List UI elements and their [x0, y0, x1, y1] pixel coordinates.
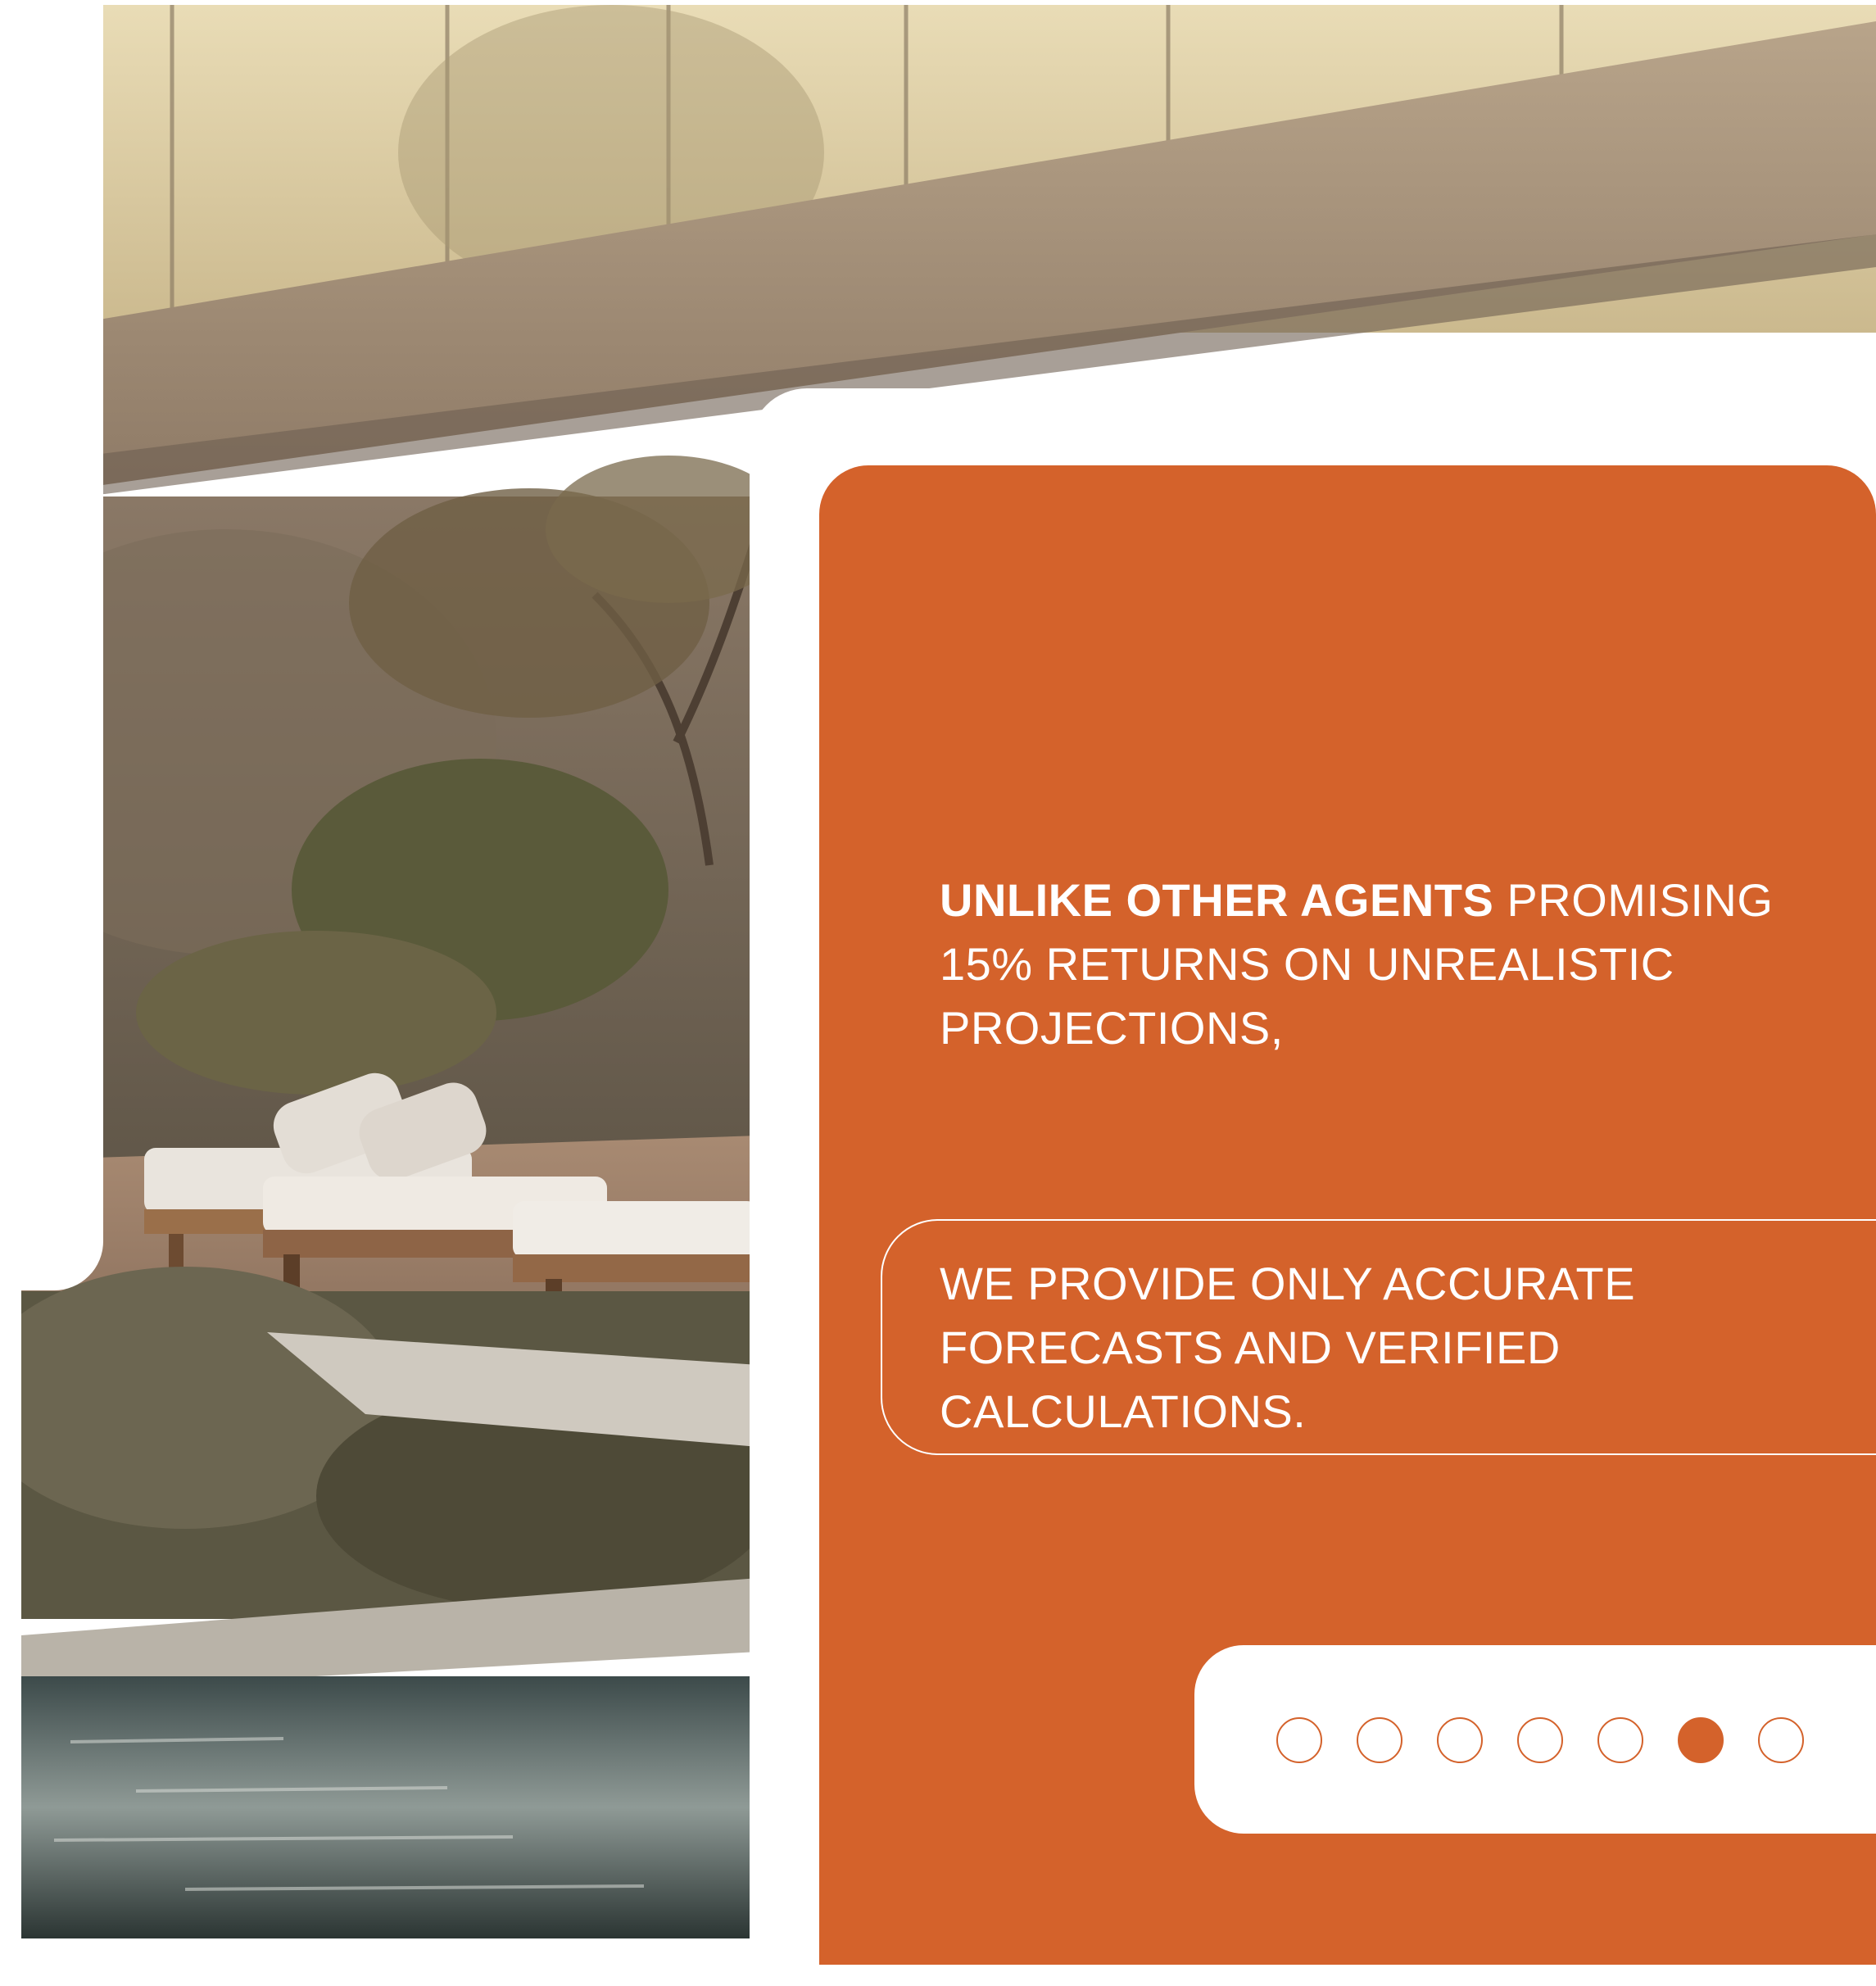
pager-card	[1194, 1645, 1876, 1834]
pager-dot-7[interactable]	[1758, 1717, 1804, 1763]
pager-dots	[1276, 1717, 1804, 1763]
layout-notch	[0, 0, 103, 1290]
panel-headline: UNLIKE OTHER AGENTS PROMISING 15% RETURN…	[940, 868, 1808, 1060]
pager-dot-5[interactable]	[1597, 1717, 1643, 1763]
panel-subline: WE PROVIDE ONLY ACCURATE FORECASTS AND V…	[940, 1258, 1636, 1437]
pager-dot-4[interactable]	[1517, 1717, 1563, 1763]
pager-dot-1[interactable]	[1276, 1717, 1322, 1763]
info-panel: UNLIKE OTHER AGENTS PROMISING 15% RETURN…	[819, 465, 1876, 1965]
pager-dot-3[interactable]	[1437, 1717, 1483, 1763]
headline-bold: UNLIKE OTHER AGENTS	[940, 874, 1494, 926]
pager-dot-2[interactable]	[1357, 1717, 1402, 1763]
pager-dot-6[interactable]	[1678, 1717, 1724, 1763]
